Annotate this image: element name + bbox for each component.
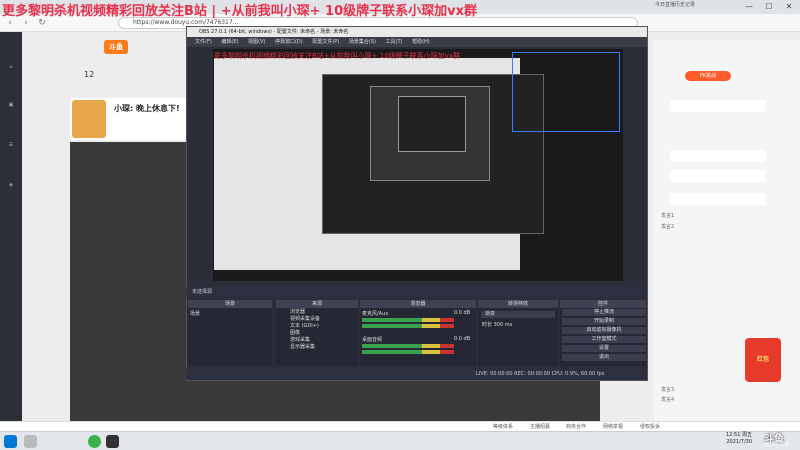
maximize-icon[interactable]: ☐ [760, 2, 778, 12]
scenes-header: 场景 [188, 300, 272, 308]
sources-header: 来源 [276, 300, 358, 308]
anchor-name: 小琛: 晚上休息下! [114, 104, 180, 113]
search-icon[interactable] [24, 435, 37, 448]
selection-box[interactable] [512, 52, 620, 132]
source-item[interactable]: 视频采集设备 [278, 316, 350, 323]
rail-live-icon[interactable]: ▣ [3, 102, 19, 118]
transitions-header: 转场特效 [478, 300, 558, 308]
taskbar [0, 431, 800, 450]
mixer-desktop-slider[interactable] [362, 350, 454, 354]
chat-line: 发言2 [661, 224, 675, 230]
pk-badge[interactable]: PK挑战 [685, 71, 731, 81]
app-icon[interactable] [88, 435, 101, 448]
right-card [670, 193, 766, 205]
scene-item[interactable]: 场景 [188, 308, 272, 319]
obs-status-bar: LIVE: 00:00:00 REC: 00:00:00 CPU: 0.9%, … [186, 369, 646, 379]
douyu-footer: 等级体系 主播招募 商务合作 网络举报 侵权投诉 [0, 421, 800, 431]
fans-count: 12 [84, 70, 95, 79]
menu-scene-collection[interactable]: 场景集合(S) [349, 39, 376, 45]
exit-button[interactable]: 退出 [562, 354, 646, 361]
rail-game-icon[interactable]: ◈ [3, 182, 19, 198]
chat-line: 发言4 [661, 397, 675, 403]
clock: 12:51 周五 2021/7/30 [726, 432, 752, 445]
mixer-mic-value: 0.0 dB [454, 310, 471, 316]
redpack-icon[interactable]: 红包 [745, 338, 781, 382]
mixer-mic-slider[interactable] [362, 324, 454, 328]
menu-file[interactable]: 文件(F) [195, 39, 212, 45]
obs-title: OBS 27.0.1 (64-bit, windows) - 配置文件: 未命名… [187, 27, 647, 37]
mixer-desktop-meter [362, 344, 454, 348]
right-card [670, 170, 766, 182]
source-item[interactable]: 浏览器 [278, 309, 350, 316]
banner-text: 更多黎明杀机视频精彩回放关注B站 | +从前我叫小琛+ 10级牌子联系小琛加vx… [2, 4, 477, 19]
stop-stream-button[interactable]: 停止推流 [562, 309, 646, 316]
mixer-desktop-value: 0.0 dB [454, 336, 471, 342]
minimize-icon[interactable]: — [740, 2, 758, 12]
chat-line: 发言1 [661, 213, 675, 219]
history-link[interactable]: 今日直播历史记录 [655, 1, 695, 8]
douyu-logo: 斗鱼 [104, 40, 128, 54]
menu-profile[interactable]: 配置文件(P) [312, 39, 339, 45]
close-icon[interactable]: ✕ [780, 2, 798, 12]
mixer-header: 混音器 [360, 300, 476, 308]
settings-button[interactable]: 设置 [562, 345, 646, 352]
transition-select[interactable]: 渐变 [481, 311, 555, 318]
menu-tools[interactable]: 工具(T) [386, 39, 403, 45]
menu-help[interactable]: 帮助(H) [412, 39, 430, 45]
watermark-sub: DOUYU.COM [764, 442, 790, 447]
obs-menu: 文件(F) 编辑(E) 视图(V) 停靠窗口(D) 配置文件(P) 场景集合(S… [187, 37, 647, 47]
right-card [670, 100, 766, 112]
mixer-mic-meter [362, 318, 454, 322]
start-record-button[interactable]: 开始录制 [562, 318, 646, 325]
left-rail: ⌂ ▣ ☰ ◈ [0, 32, 22, 427]
transition-duration[interactable]: 时长 300 ms [478, 321, 558, 328]
controls-header: 控件 [560, 300, 646, 308]
preview-nested [398, 96, 466, 152]
right-card [670, 150, 766, 162]
no-source-label: 未选择源 [186, 287, 646, 297]
menu-view[interactable]: 视图(V) [248, 39, 265, 45]
rail-home-icon[interactable]: ⌂ [3, 64, 19, 80]
source-item[interactable]: 图像 [278, 330, 350, 337]
scenes-dock[interactable]: 场景 [188, 308, 272, 366]
menu-edit[interactable]: 编辑(E) [221, 39, 238, 45]
chat-line: 发言3 [661, 387, 675, 393]
source-item[interactable]: 游戏采集 [278, 337, 350, 344]
source-item[interactable]: 显示器采集 [278, 344, 350, 351]
menu-dock[interactable]: 停靠窗口(D) [275, 39, 303, 45]
mixer-desktop-label: 桌面音频 [362, 337, 383, 343]
obs-icon[interactable] [106, 435, 119, 448]
studio-mode-button[interactable]: 工作室模式 [562, 336, 646, 343]
transitions-dock: 渐变 时长 300 ms [478, 308, 558, 366]
rail-category-icon[interactable]: ☰ [3, 142, 19, 158]
preview-banner: 更多黎明杀机视频精彩回放关注B站+从前我叫小琛+ 10级牌子联系小琛加vx群 [214, 52, 460, 60]
start-icon[interactable] [4, 435, 17, 448]
virtual-camera-button[interactable]: 启动虚拟摄像机 [562, 327, 646, 334]
mixer-mic-label: 麦克风/Aux [362, 311, 389, 317]
source-item[interactable]: 文本 (GDI+) [278, 323, 350, 330]
anchor-avatar[interactable] [72, 100, 106, 138]
